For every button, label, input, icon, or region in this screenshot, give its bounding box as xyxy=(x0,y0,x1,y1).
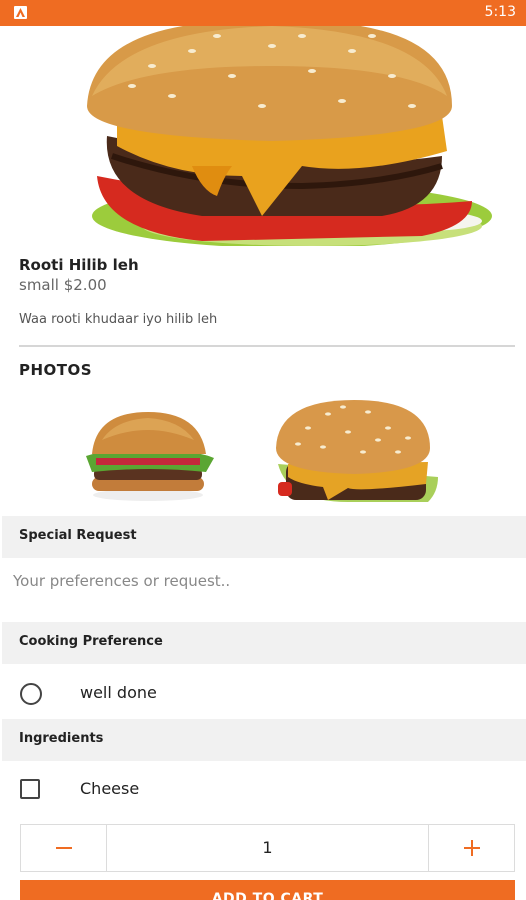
item-price: small $2.00 xyxy=(19,276,107,294)
add-to-cart-button[interactable]: ADD TO CART xyxy=(20,880,515,900)
item-name: Rooti Hilib leh xyxy=(19,256,139,274)
status-bar: 5:13 xyxy=(0,0,526,26)
divider xyxy=(19,345,515,347)
decrease-quantity-button[interactable] xyxy=(21,825,107,871)
ingredient-option-label: Cheese xyxy=(80,779,140,798)
radio-button[interactable] xyxy=(20,683,42,705)
special-request-input[interactable]: Your preferences or request.. xyxy=(13,572,230,590)
increase-quantity-button[interactable] xyxy=(428,825,514,871)
quantity-value: 1 xyxy=(262,838,273,857)
photos-gallery xyxy=(0,392,526,504)
cooking-option-label: well done xyxy=(80,683,157,702)
cooking-preference-title: Cooking Preference xyxy=(19,634,163,649)
quantity-stepper: 1 xyxy=(20,824,515,872)
cooking-option-row[interactable]: well done xyxy=(2,670,526,718)
cooking-preference-header: Cooking Preference xyxy=(2,622,526,664)
plus-icon xyxy=(464,840,480,856)
photo-thumbnail[interactable] xyxy=(268,392,443,506)
item-info: Rooti Hilib leh small $2.00 xyxy=(19,256,139,294)
app-notification-icon xyxy=(14,6,27,19)
special-request-title: Special Request xyxy=(19,528,137,543)
special-request-header: Special Request xyxy=(2,516,526,558)
photos-title: PHOTOS xyxy=(19,361,93,379)
minus-icon xyxy=(56,847,72,849)
checkbox[interactable] xyxy=(20,779,40,799)
item-description: Waa rooti khudaar iyo hilib leh xyxy=(19,312,218,327)
photo-thumbnail[interactable] xyxy=(80,392,220,506)
item-hero-image xyxy=(2,26,524,246)
ingredients-header: Ingredients xyxy=(2,719,526,761)
status-time: 5:13 xyxy=(484,4,516,20)
ingredients-title: Ingredients xyxy=(19,731,104,746)
ingredient-option-row[interactable]: Cheese xyxy=(2,766,526,814)
